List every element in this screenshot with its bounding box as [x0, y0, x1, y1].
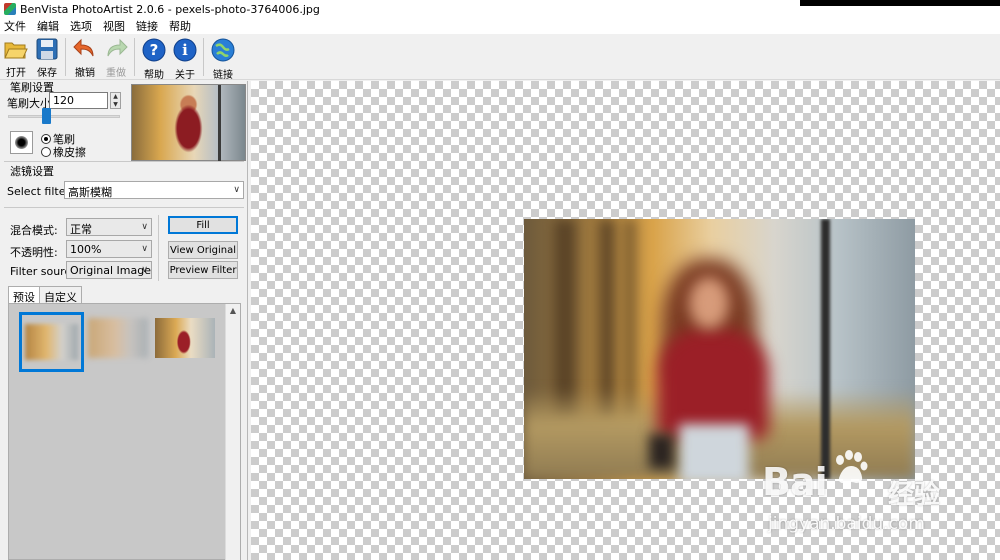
brush-size-input[interactable]	[49, 92, 108, 109]
undo-label: 撤销	[75, 68, 95, 79]
folder-open-icon	[4, 38, 28, 60]
spin-down-icon[interactable]: ▼	[111, 101, 120, 109]
toolbar: 打开 保存 撤销 重做 ? 帮助 i 关于 链接	[0, 34, 1000, 81]
svg-text:?: ?	[150, 41, 159, 59]
filter-select-value: 高斯模糊	[68, 186, 112, 199]
redo-button[interactable]: 重做	[101, 34, 131, 79]
view-original-button[interactable]: View Original	[168, 241, 238, 259]
photo-pole	[821, 219, 830, 479]
brush-preview	[10, 131, 33, 154]
opacity-value: 100%	[70, 243, 102, 256]
chevron-down-icon: ∨	[141, 222, 148, 232]
open-button[interactable]: 打开	[1, 34, 31, 79]
menu-link[interactable]: 链接	[136, 18, 158, 34]
open-label: 打开	[6, 68, 26, 79]
preview-filter-button[interactable]: Preview Filter	[168, 261, 238, 279]
brush-size-slider-thumb[interactable]	[42, 108, 51, 124]
link-button[interactable]: 链接	[208, 34, 238, 81]
link-label: 链接	[213, 70, 233, 81]
opacity-label: 不透明性:	[10, 246, 58, 259]
preset-item[interactable]	[88, 318, 148, 358]
undo-button[interactable]: 撤销	[70, 34, 100, 79]
thumbnail-pole	[218, 85, 221, 162]
brush-size-spinner[interactable]: ▲ ▼	[110, 92, 121, 109]
title-bar: BenVista PhotoArtist 2.0.6 - pexels-phot…	[0, 0, 1000, 18]
tab-custom[interactable]: 自定义	[39, 286, 82, 304]
fill-button[interactable]: Fill	[168, 216, 238, 234]
radio-selected-icon[interactable]	[41, 134, 51, 144]
image-thumbnail[interactable]	[131, 84, 246, 162]
photo-subject-jeans	[679, 424, 749, 479]
redo-label: 重做	[106, 68, 126, 79]
eraser-mode-radio[interactable]: 橡皮擦	[41, 144, 86, 160]
menu-options[interactable]: 选项	[70, 18, 92, 34]
settings-panel: 笔刷设置 笔刷大小: ▲ ▼ 笔刷 橡皮擦 滤镜设置 Select filter…	[0, 81, 248, 560]
app-icon	[4, 3, 16, 15]
toolbar-separator	[134, 38, 135, 76]
filter-source-value: Original Image	[70, 264, 151, 277]
eraser-mode-label: 橡皮擦	[53, 146, 86, 159]
redo-arrow-icon	[104, 38, 128, 60]
vertical-divider	[158, 215, 159, 281]
divider	[4, 207, 244, 208]
blend-mode-label: 混合模式:	[10, 224, 58, 237]
photo-subject-sweater	[657, 329, 769, 439]
about-button[interactable]: i 关于	[170, 34, 200, 81]
spin-up-icon[interactable]: ▲	[111, 93, 120, 101]
floppy-disk-icon	[35, 38, 59, 60]
photo-subject-face	[689, 277, 729, 329]
save-button[interactable]: 保存	[32, 34, 62, 79]
menu-bar: 文件 编辑 选项 视图 链接 帮助	[0, 18, 1000, 34]
preset-scrollbar[interactable]: ▲	[225, 304, 240, 560]
toolbar-separator	[203, 38, 204, 76]
photo-subject-bag	[649, 434, 674, 469]
menu-edit[interactable]: 编辑	[37, 18, 59, 34]
brush-settings-title: 笔刷设置	[10, 81, 54, 94]
preset-thumbnail	[155, 318, 215, 358]
filter-source-select[interactable]: Original Image ∨	[66, 261, 152, 279]
chevron-down-icon: ∨	[141, 244, 148, 254]
help-label: 帮助	[144, 70, 164, 81]
opacity-select[interactable]: 100% ∨	[66, 240, 152, 258]
radio-unselected-icon[interactable]	[41, 147, 51, 157]
preset-list: ▲	[8, 303, 241, 560]
preset-item-selected[interactable]	[19, 312, 84, 372]
blend-mode-select[interactable]: 正常 ∨	[66, 218, 152, 236]
watermark-url: jingyan.baidu.com	[768, 514, 925, 534]
menu-help[interactable]: 帮助	[169, 18, 191, 34]
baidu-watermark: Bai 经验 jingyan.baidu.com	[762, 448, 992, 538]
toolbar-separator	[65, 38, 66, 76]
chevron-down-icon: ∨	[233, 185, 240, 195]
info-icon: i	[173, 38, 197, 62]
menu-view[interactable]: 视图	[103, 18, 125, 34]
undo-arrow-icon	[73, 38, 97, 60]
preset-tabs: 预设 自定义	[8, 286, 82, 305]
scroll-up-icon[interactable]: ▲	[226, 304, 240, 318]
blend-mode-value: 正常	[70, 223, 92, 236]
divider	[4, 161, 244, 162]
paw-icon	[836, 450, 868, 484]
brush-dot-icon	[15, 136, 28, 149]
svg-text:i: i	[182, 41, 188, 59]
preset-thumbnail	[88, 318, 148, 358]
watermark-brand: Bai	[762, 460, 828, 504]
save-label: 保存	[37, 68, 57, 79]
preset-item[interactable]	[155, 318, 215, 358]
filter-select[interactable]: 高斯模糊 ∨	[64, 181, 244, 199]
help-question-icon: ?	[142, 38, 166, 62]
menu-file[interactable]: 文件	[4, 18, 26, 34]
title-bar-overflow	[800, 0, 1000, 6]
brush-size-slider[interactable]	[8, 115, 120, 118]
chevron-down-icon: ∨	[141, 265, 148, 275]
preset-thumbnail	[25, 324, 78, 360]
watermark-cn: 经验	[888, 480, 941, 510]
about-label: 关于	[175, 70, 195, 81]
window-title: BenVista PhotoArtist 2.0.6 - pexels-phot…	[20, 2, 320, 16]
filter-settings-title: 滤镜设置	[10, 165, 54, 178]
edited-photo[interactable]	[524, 219, 915, 479]
globe-icon	[211, 38, 235, 62]
help-button[interactable]: ? 帮助	[139, 34, 169, 81]
